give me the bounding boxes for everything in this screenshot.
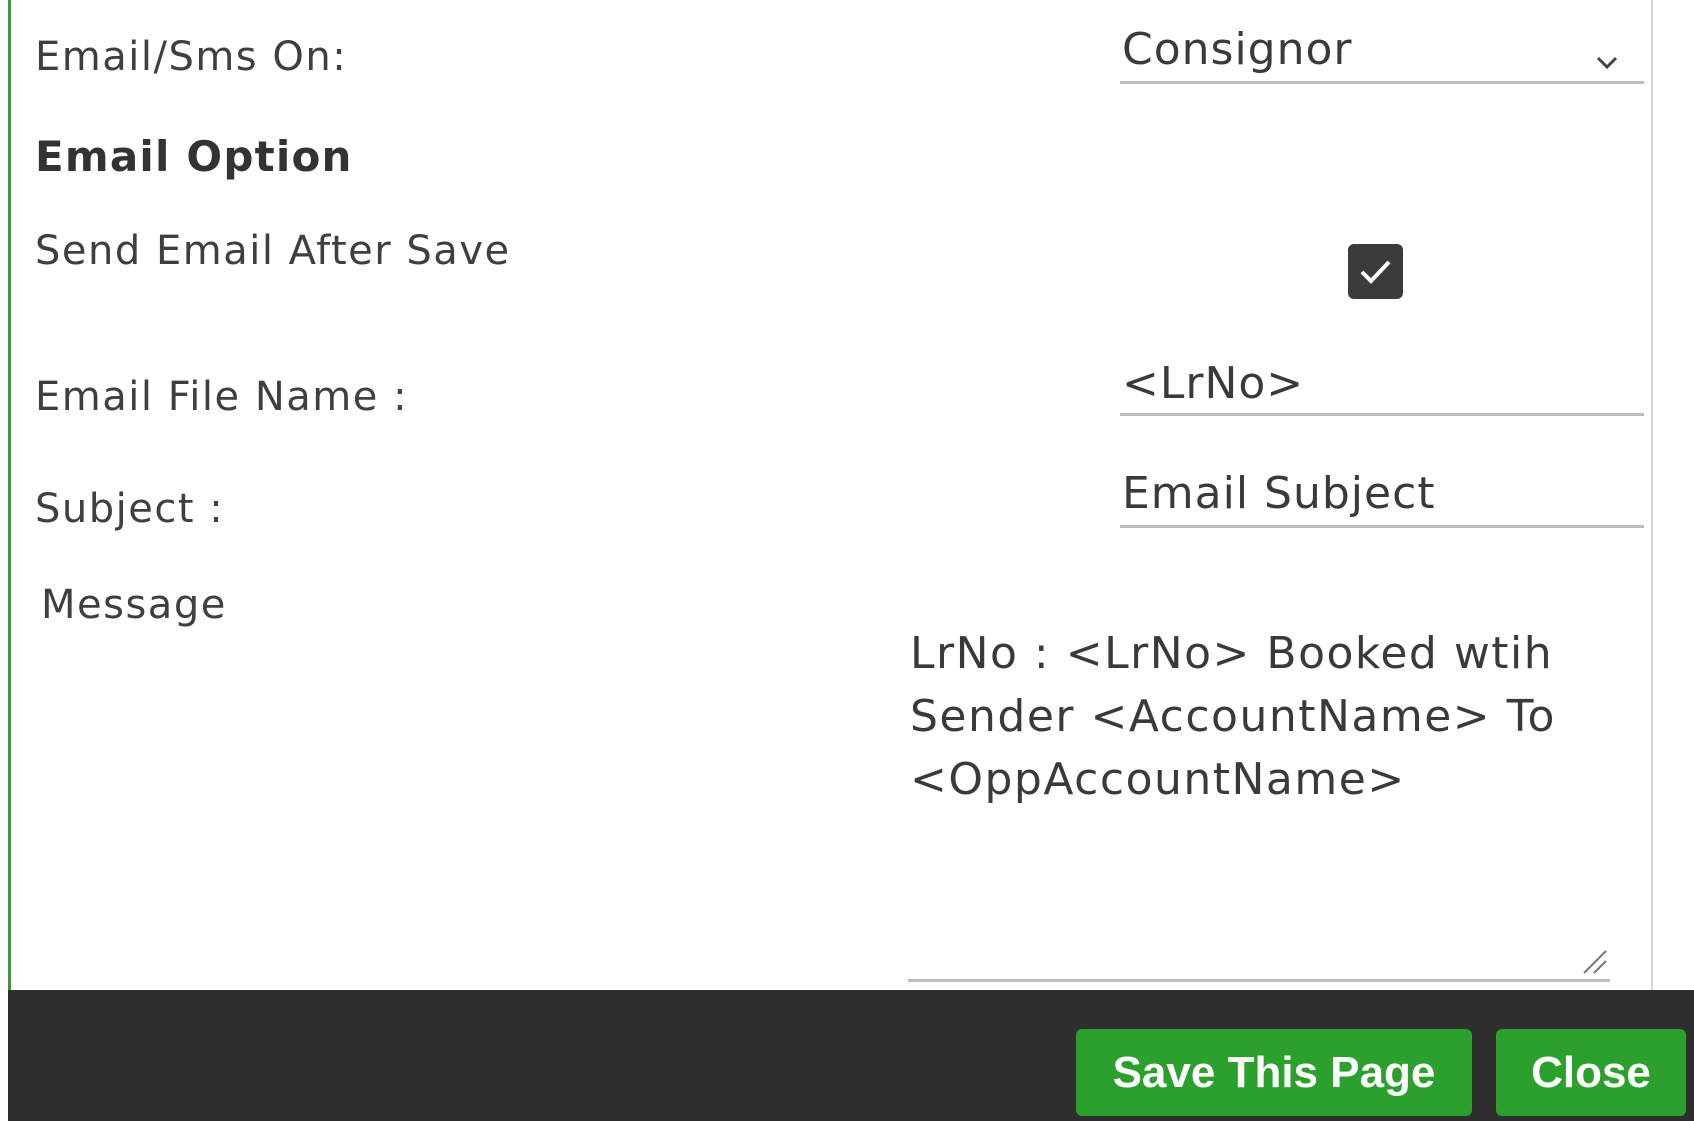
subject-label: Subject :: [35, 486, 225, 532]
save-this-page-button[interactable]: Save This Page: [1076, 1029, 1472, 1116]
subject-value: Email Subject: [1122, 468, 1436, 519]
email-sms-on-selected-value: Consignor: [1122, 24, 1353, 75]
message-textarea[interactable]: LrNo : <LrNo> Booked wtih Sender <Accoun…: [908, 600, 1610, 982]
email-file-name-label: Email File Name :: [35, 374, 409, 420]
email-sms-on-select[interactable]: Consignor: [1120, 20, 1644, 84]
subject-input[interactable]: Email Subject: [1120, 464, 1644, 528]
send-email-after-save-label: Send Email After Save: [35, 228, 511, 274]
message-label: Message: [41, 582, 227, 628]
chevron-down-icon: [1596, 56, 1618, 70]
email-file-name-value: <LrNo>: [1122, 358, 1305, 409]
checkmark-icon: [1360, 260, 1391, 284]
close-button[interactable]: Close: [1496, 1029, 1686, 1116]
resize-handle-icon[interactable]: [1578, 945, 1608, 975]
footer-bar: Save This Page Close: [8, 990, 1694, 1121]
message-text: LrNo : <LrNo> Booked wtih Sender <Accoun…: [910, 628, 1556, 805]
email-option-title: Email Option: [35, 132, 353, 181]
email-sms-on-label: Email/Sms On:: [35, 34, 348, 80]
email-file-name-input[interactable]: <LrNo>: [1120, 354, 1644, 416]
send-email-after-save-checkbox[interactable]: [1348, 244, 1403, 299]
